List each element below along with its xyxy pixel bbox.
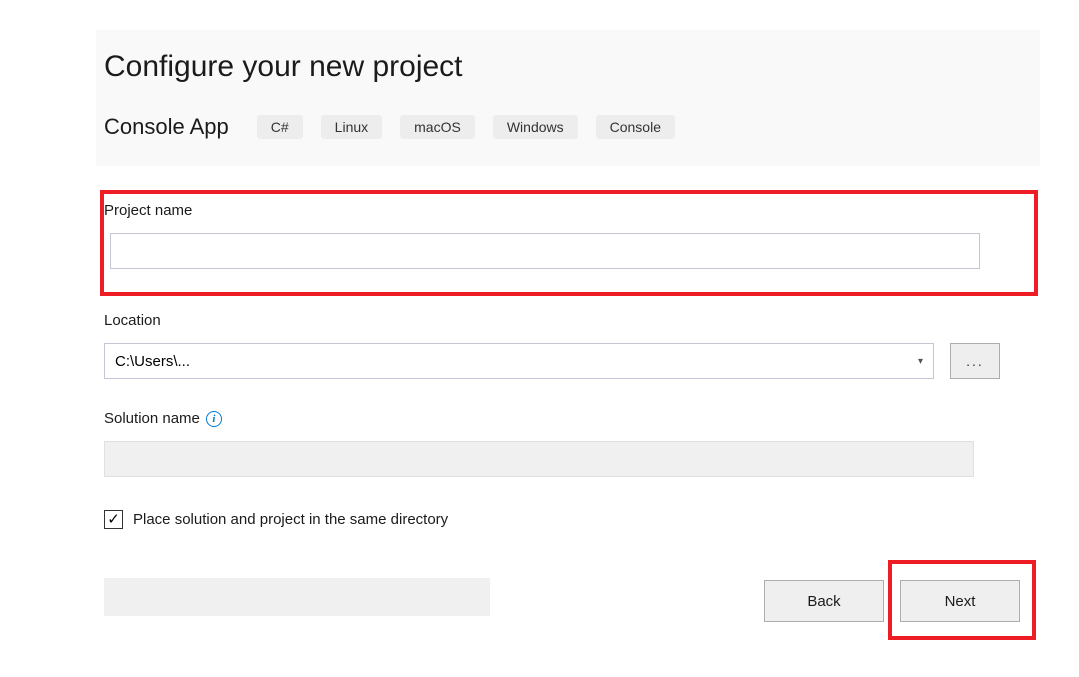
- template-name: Console App: [104, 114, 229, 140]
- next-button[interactable]: Next: [900, 580, 1020, 622]
- dialog-title: Configure your new project: [96, 50, 1040, 84]
- new-project-dialog: Configure your new project Console App C…: [96, 30, 1040, 166]
- location-group: Location C:\Users\... ▾ ...: [104, 312, 1034, 379]
- same-directory-label: Place solution and project in the same d…: [133, 511, 448, 528]
- template-row: Console App C# Linux macOS Windows Conso…: [96, 114, 1040, 140]
- back-button[interactable]: Back: [764, 580, 884, 622]
- bottom-bar-bg: [104, 578, 490, 616]
- project-name-input[interactable]: [110, 233, 980, 269]
- solution-name-label: Solution name: [104, 410, 200, 427]
- solution-name-input: [104, 441, 974, 477]
- tag-macos: macOS: [400, 115, 475, 139]
- chevron-down-icon: ▾: [918, 356, 923, 367]
- project-name-label: Project name: [104, 202, 1034, 219]
- tag-csharp: C#: [257, 115, 303, 139]
- same-directory-checkbox-row: ✓ Place solution and project in the same…: [104, 510, 448, 529]
- info-icon[interactable]: i: [206, 411, 222, 427]
- dialog-button-row: Back Next: [764, 580, 1020, 622]
- location-label: Location: [104, 312, 1034, 329]
- solution-name-label-row: Solution name i: [104, 410, 1034, 427]
- check-icon: ✓: [107, 512, 120, 527]
- same-directory-checkbox[interactable]: ✓: [104, 510, 123, 529]
- location-value: C:\Users\...: [115, 353, 190, 370]
- tag-console: Console: [596, 115, 675, 139]
- project-name-group: Project name: [104, 202, 1034, 269]
- tag-windows: Windows: [493, 115, 578, 139]
- browse-button[interactable]: ...: [950, 343, 1000, 379]
- tag-linux: Linux: [321, 115, 382, 139]
- solution-name-group: Solution name i: [104, 410, 1034, 477]
- location-select[interactable]: C:\Users\... ▾: [104, 343, 934, 379]
